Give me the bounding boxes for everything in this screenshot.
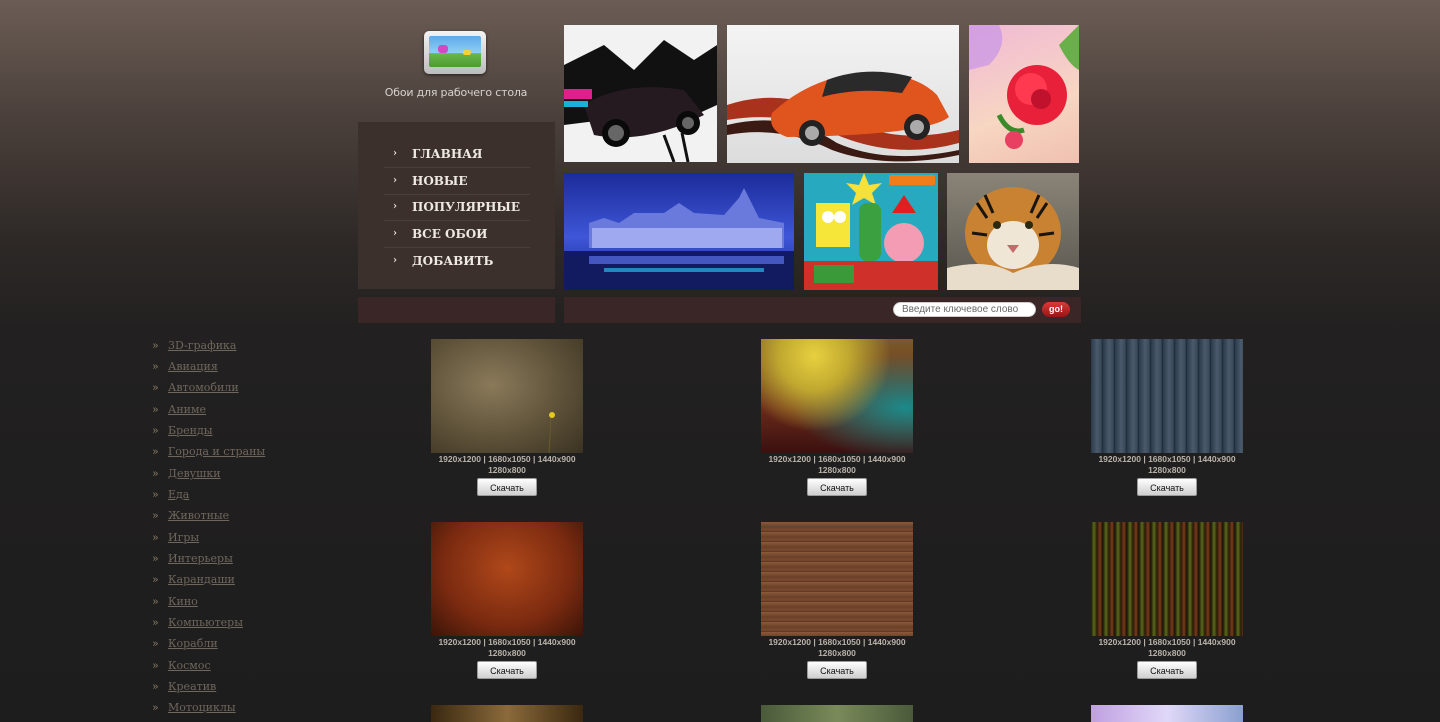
category-link[interactable]: Аниме: [168, 403, 206, 416]
search-input[interactable]: [893, 302, 1036, 317]
banner-castle[interactable]: [564, 173, 794, 290]
site-logo-icon[interactable]: [424, 31, 486, 74]
arrow-icon: ›: [393, 175, 397, 186]
category-link[interactable]: Еда: [168, 488, 189, 501]
category-link[interactable]: Кино: [168, 595, 198, 608]
download-button[interactable]: Скачать: [807, 661, 867, 679]
banner-rose[interactable]: [969, 25, 1079, 163]
arrow-icon: ›: [393, 228, 397, 239]
menu-item-all[interactable]: › ВСЕ ОБОИ: [384, 221, 530, 248]
category-link[interactable]: Карандаши: [168, 573, 235, 586]
download-button[interactable]: Скачать: [477, 478, 537, 496]
category-link[interactable]: Бренды: [168, 424, 213, 437]
menu-item-label: ВСЕ ОБОИ: [412, 227, 488, 241]
wallpaper-thumbnail[interactable]: [431, 705, 583, 722]
wallpaper-thumbnail[interactable]: [1091, 522, 1243, 636]
banner-car-orange[interactable]: [727, 25, 959, 163]
banner-spongebob[interactable]: [804, 173, 938, 290]
category-link[interactable]: Компьютеры: [168, 616, 243, 629]
arrow-icon: ›: [393, 201, 397, 212]
menu-item-label: ДОБАВИТЬ: [412, 254, 494, 268]
category-link[interactable]: Креатив: [168, 680, 216, 693]
category-link[interactable]: Корабли: [168, 637, 218, 650]
resolutions-text: 1920x1200 | 1680x1050 | 1440x900 1280x800: [768, 454, 906, 475]
arrow-icon: ›: [393, 148, 397, 159]
wallpaper-thumbnail[interactable]: [761, 339, 913, 453]
site-caption: Обои для рабочего стола: [384, 86, 528, 99]
wallpaper-thumbnail[interactable]: [1091, 705, 1243, 722]
menu-item-label: НОВЫЕ: [412, 174, 468, 188]
category-link[interactable]: Города и страны: [168, 445, 265, 458]
category-link[interactable]: Автомобили: [168, 381, 239, 394]
download-button[interactable]: Скачать: [1137, 478, 1197, 496]
wallpaper-thumbnail[interactable]: [431, 339, 583, 454]
banner-car-black[interactable]: [564, 25, 717, 162]
category-link[interactable]: Девушки: [168, 467, 221, 480]
category-link[interactable]: Животные: [168, 509, 229, 522]
resolutions-text: 1920x1200 | 1680x1050 | 1440x900 1280x800: [438, 454, 576, 475]
download-button[interactable]: Скачать: [477, 661, 537, 679]
download-button[interactable]: Скачать: [807, 478, 867, 496]
menu-item-home[interactable]: › ГЛАВНАЯ: [384, 141, 530, 168]
menu-item-label: ПОПУЛЯРНЫЕ: [412, 200, 520, 214]
search-go-button[interactable]: go!: [1042, 302, 1070, 317]
category-link[interactable]: Авиация: [168, 360, 218, 373]
menu-item-label: ГЛАВНАЯ: [412, 147, 483, 161]
category-link[interactable]: Игры: [168, 531, 199, 544]
wallpaper-thumbnail[interactable]: [431, 522, 583, 636]
banner-tiger[interactable]: [947, 173, 1079, 290]
download-button[interactable]: Скачать: [1137, 661, 1197, 679]
wallpaper-thumbnail[interactable]: [761, 705, 913, 722]
resolutions-text: 1920x1200 | 1680x1050 | 1440x900 1280x800: [1098, 637, 1236, 658]
wallpaper-thumbnail[interactable]: [761, 522, 913, 636]
category-link[interactable]: Интерьеры: [168, 552, 233, 565]
category-link[interactable]: Космос: [168, 659, 211, 672]
resolutions-text: 1920x1200 | 1680x1050 | 1440x900 1280x800: [1098, 454, 1236, 475]
resolutions-text: 1920x1200 | 1680x1050 | 1440x900 1280x800: [768, 637, 906, 658]
category-link[interactable]: Мотоциклы: [168, 701, 236, 714]
resolutions-text: 1920x1200 | 1680x1050 | 1440x900 1280x800: [438, 637, 576, 658]
category-link[interactable]: 3D-графика: [168, 339, 236, 352]
bar-left: [358, 297, 555, 323]
arrow-icon: ›: [393, 255, 397, 266]
menu-item-new[interactable]: › НОВЫЕ: [384, 168, 530, 195]
wallpaper-thumbnail[interactable]: [1091, 339, 1243, 453]
main-menu: › ГЛАВНАЯ › НОВЫЕ › ПОПУЛЯРНЫЕ › ВСЕ ОБО…: [358, 122, 555, 289]
menu-item-popular[interactable]: › ПОПУЛЯРНЫЕ: [384, 194, 530, 221]
menu-item-add[interactable]: › ДОБАВИТЬ: [384, 248, 530, 274]
